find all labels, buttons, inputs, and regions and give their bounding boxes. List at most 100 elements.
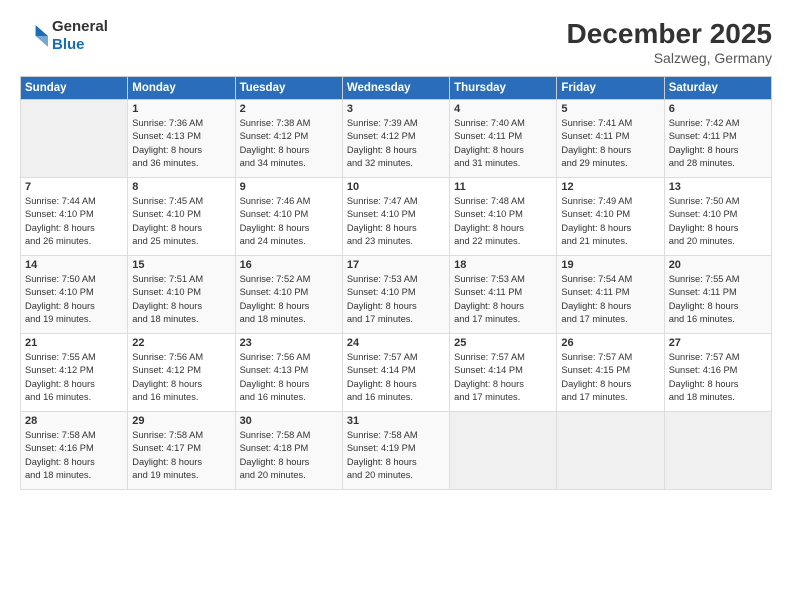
day-info: Sunrise: 7:42 AM Sunset: 4:11 PM Dayligh… bbox=[669, 117, 767, 171]
day-info: Sunrise: 7:40 AM Sunset: 4:11 PM Dayligh… bbox=[454, 117, 552, 171]
day-info: Sunrise: 7:56 AM Sunset: 4:13 PM Dayligh… bbox=[240, 351, 338, 405]
col-header-thursday: Thursday bbox=[450, 77, 557, 100]
day-number: 10 bbox=[347, 181, 445, 193]
day-number: 23 bbox=[240, 337, 338, 349]
day-info: Sunrise: 7:50 AM Sunset: 4:10 PM Dayligh… bbox=[25, 273, 123, 327]
day-info: Sunrise: 7:45 AM Sunset: 4:10 PM Dayligh… bbox=[132, 195, 230, 249]
day-number: 19 bbox=[561, 259, 659, 271]
day-number: 17 bbox=[347, 259, 445, 271]
day-cell: 24 Sunrise: 7:57 AM Sunset: 4:14 PM Dayli… bbox=[342, 334, 449, 412]
day-number: 20 bbox=[669, 259, 767, 271]
day-cell: 25Sunrise: 7:57 AM Sunset: 4:14 PM Dayli… bbox=[450, 334, 557, 412]
day-info: Sunrise: 7:53 AM Sunset: 4:10 PM Dayligh… bbox=[347, 273, 445, 327]
day-number: 18 bbox=[454, 259, 552, 271]
day-cell: 15 Sunrise: 7:51 AM Sunset: 4:10 PM Dayli… bbox=[128, 256, 235, 334]
day-cell bbox=[664, 412, 771, 490]
day-info: Sunrise: 7:55 AM Sunset: 4:12 PM Dayligh… bbox=[25, 351, 123, 405]
day-number: 11 bbox=[454, 181, 552, 193]
day-cell: 27 Sunrise: 7:57 AM Sunset: 4:16 PM Dayli… bbox=[664, 334, 771, 412]
day-cell: 16Sunrise: 7:52 AM Sunset: 4:10 PM Dayli… bbox=[235, 256, 342, 334]
day-number: 6 bbox=[669, 103, 767, 115]
day-info: Sunrise: 7:54 AM Sunset: 4:11 PM Dayligh… bbox=[561, 273, 659, 327]
day-number: 9 bbox=[240, 181, 338, 193]
logo-text: GeneralBlue bbox=[52, 18, 108, 54]
day-info: Sunrise: 7:57 AM Sunset: 4:16 PM Dayligh… bbox=[669, 351, 767, 405]
col-header-friday: Friday bbox=[557, 77, 664, 100]
location: Salzweg, Germany bbox=[567, 50, 772, 66]
day-cell bbox=[450, 412, 557, 490]
day-number: 7 bbox=[25, 181, 123, 193]
day-info: Sunrise: 7:58 AM Sunset: 4:16 PM Dayligh… bbox=[25, 429, 123, 483]
day-number: 31 bbox=[347, 415, 445, 427]
day-info: Sunrise: 7:58 AM Sunset: 4:19 PM Dayligh… bbox=[347, 429, 445, 483]
day-cell: 1Sunrise: 7:36 AM Sunset: 4:13 PM Daylig… bbox=[128, 100, 235, 178]
day-cell: 20 Sunrise: 7:55 AM Sunset: 4:11 PM Dayli… bbox=[664, 256, 771, 334]
logo-icon bbox=[20, 22, 48, 50]
month-title: December 2025 bbox=[567, 18, 772, 50]
day-cell: 8 Sunrise: 7:45 AM Sunset: 4:10 PM Daylig… bbox=[128, 178, 235, 256]
week-row-4: 21 Sunrise: 7:55 AM Sunset: 4:12 PM Dayli… bbox=[21, 334, 772, 412]
day-info: Sunrise: 7:39 AM Sunset: 4:12 PM Dayligh… bbox=[347, 117, 445, 171]
day-number: 3 bbox=[347, 103, 445, 115]
day-number: 5 bbox=[561, 103, 659, 115]
col-header-saturday: Saturday bbox=[664, 77, 771, 100]
week-row-1: 1Sunrise: 7:36 AM Sunset: 4:13 PM Daylig… bbox=[21, 100, 772, 178]
day-info: Sunrise: 7:48 AM Sunset: 4:10 PM Dayligh… bbox=[454, 195, 552, 249]
day-number: 2 bbox=[240, 103, 338, 115]
day-cell: 9 Sunrise: 7:46 AM Sunset: 4:10 PM Daylig… bbox=[235, 178, 342, 256]
day-number: 4 bbox=[454, 103, 552, 115]
day-info: Sunrise: 7:52 AM Sunset: 4:10 PM Dayligh… bbox=[240, 273, 338, 327]
day-info: Sunrise: 7:53 AM Sunset: 4:11 PM Dayligh… bbox=[454, 273, 552, 327]
header: GeneralBlue December 2025 Salzweg, Germa… bbox=[20, 18, 772, 66]
day-info: Sunrise: 7:58 AM Sunset: 4:18 PM Dayligh… bbox=[240, 429, 338, 483]
day-info: Sunrise: 7:56 AM Sunset: 4:12 PM Dayligh… bbox=[132, 351, 230, 405]
col-header-monday: Monday bbox=[128, 77, 235, 100]
day-cell: 26 Sunrise: 7:57 AM Sunset: 4:15 PM Dayli… bbox=[557, 334, 664, 412]
calendar-table: SundayMondayTuesdayWednesdayThursdayFrid… bbox=[20, 76, 772, 490]
day-number: 12 bbox=[561, 181, 659, 193]
page: GeneralBlue December 2025 Salzweg, Germa… bbox=[0, 0, 792, 612]
day-cell: 17 Sunrise: 7:53 AM Sunset: 4:10 PM Dayli… bbox=[342, 256, 449, 334]
day-cell: 7Sunrise: 7:44 AM Sunset: 4:10 PM Daylig… bbox=[21, 178, 128, 256]
title-block: December 2025 Salzweg, Germany bbox=[567, 18, 772, 66]
day-info: Sunrise: 7:57 AM Sunset: 4:15 PM Dayligh… bbox=[561, 351, 659, 405]
day-number: 21 bbox=[25, 337, 123, 349]
week-row-3: 14 Sunrise: 7:50 AM Sunset: 4:10 PM Dayli… bbox=[21, 256, 772, 334]
day-cell: 19 Sunrise: 7:54 AM Sunset: 4:11 PM Dayli… bbox=[557, 256, 664, 334]
day-cell: 12Sunrise: 7:49 AM Sunset: 4:10 PM Dayli… bbox=[557, 178, 664, 256]
day-number: 24 bbox=[347, 337, 445, 349]
day-cell: 31 Sunrise: 7:58 AM Sunset: 4:19 PM Dayli… bbox=[342, 412, 449, 490]
day-number: 14 bbox=[25, 259, 123, 271]
day-number: 26 bbox=[561, 337, 659, 349]
day-cell: 11 Sunrise: 7:48 AM Sunset: 4:10 PM Dayli… bbox=[450, 178, 557, 256]
day-number: 27 bbox=[669, 337, 767, 349]
col-header-tuesday: Tuesday bbox=[235, 77, 342, 100]
logo-general: GeneralBlue bbox=[52, 18, 108, 53]
day-info: Sunrise: 7:55 AM Sunset: 4:11 PM Dayligh… bbox=[669, 273, 767, 327]
day-cell: 23 Sunrise: 7:56 AM Sunset: 4:13 PM Dayli… bbox=[235, 334, 342, 412]
day-cell: 6 Sunrise: 7:42 AM Sunset: 4:11 PM Daylig… bbox=[664, 100, 771, 178]
logo-blue: Blue bbox=[52, 36, 85, 53]
day-info: Sunrise: 7:51 AM Sunset: 4:10 PM Dayligh… bbox=[132, 273, 230, 327]
day-info: Sunrise: 7:46 AM Sunset: 4:10 PM Dayligh… bbox=[240, 195, 338, 249]
week-row-5: 28 Sunrise: 7:58 AM Sunset: 4:16 PM Dayli… bbox=[21, 412, 772, 490]
day-cell: 4 Sunrise: 7:40 AM Sunset: 4:11 PM Daylig… bbox=[450, 100, 557, 178]
day-cell: 18 Sunrise: 7:53 AM Sunset: 4:11 PM Dayli… bbox=[450, 256, 557, 334]
week-row-2: 7Sunrise: 7:44 AM Sunset: 4:10 PM Daylig… bbox=[21, 178, 772, 256]
day-cell: 14 Sunrise: 7:50 AM Sunset: 4:10 PM Dayli… bbox=[21, 256, 128, 334]
day-cell bbox=[21, 100, 128, 178]
day-number: 28 bbox=[25, 415, 123, 427]
day-info: Sunrise: 7:50 AM Sunset: 4:10 PM Dayligh… bbox=[669, 195, 767, 249]
header-row: SundayMondayTuesdayWednesdayThursdayFrid… bbox=[21, 77, 772, 100]
day-number: 8 bbox=[132, 181, 230, 193]
day-info: Sunrise: 7:47 AM Sunset: 4:10 PM Dayligh… bbox=[347, 195, 445, 249]
day-cell: 30Sunrise: 7:58 AM Sunset: 4:18 PM Dayli… bbox=[235, 412, 342, 490]
day-info: Sunrise: 7:36 AM Sunset: 4:13 PM Dayligh… bbox=[132, 117, 230, 171]
col-header-sunday: Sunday bbox=[21, 77, 128, 100]
day-number: 22 bbox=[132, 337, 230, 349]
day-cell: 2Sunrise: 7:38 AM Sunset: 4:12 PM Daylig… bbox=[235, 100, 342, 178]
day-cell: 28 Sunrise: 7:58 AM Sunset: 4:16 PM Dayli… bbox=[21, 412, 128, 490]
day-info: Sunrise: 7:57 AM Sunset: 4:14 PM Dayligh… bbox=[347, 351, 445, 405]
day-number: 15 bbox=[132, 259, 230, 271]
day-number: 13 bbox=[669, 181, 767, 193]
